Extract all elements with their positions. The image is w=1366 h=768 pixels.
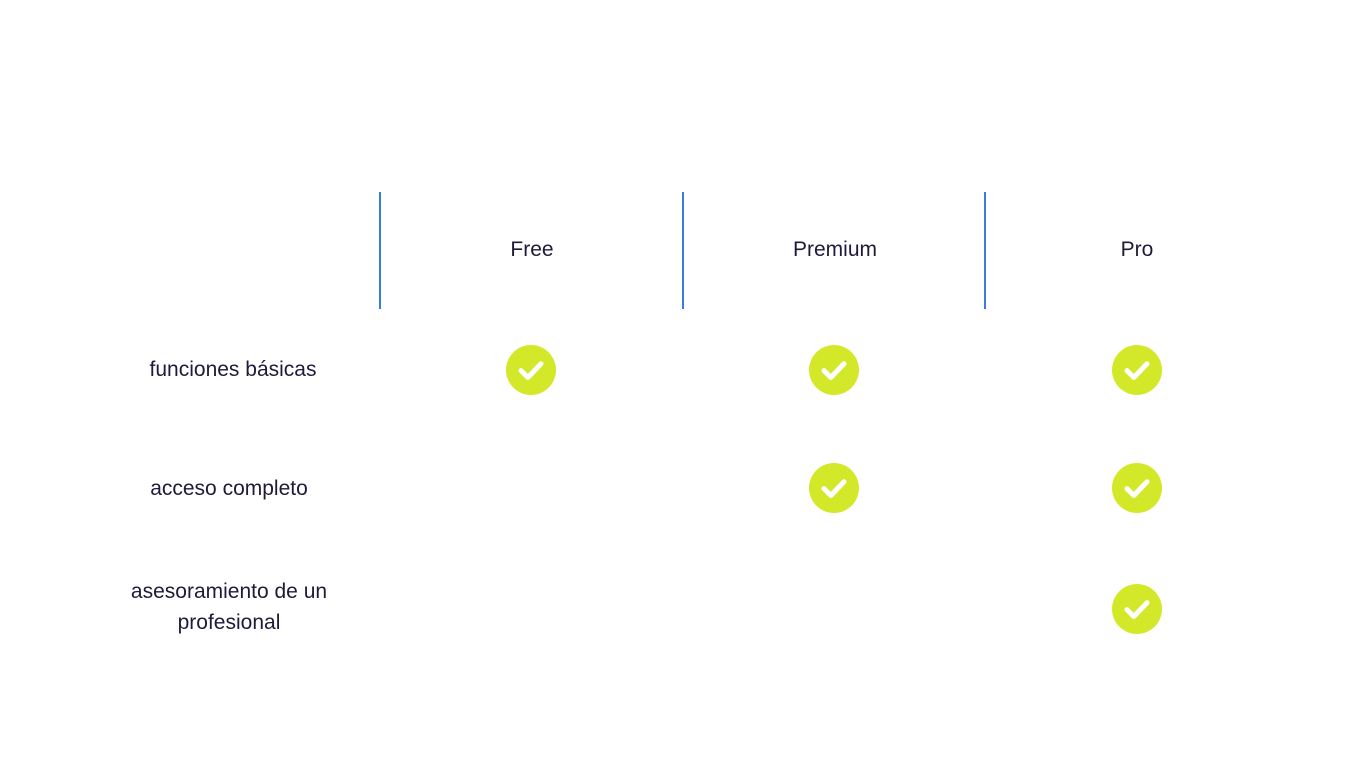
plan-header-premium: Premium: [792, 238, 877, 261]
feature-label-professional-advice: asesoramiento de un profesional: [130, 580, 328, 634]
check-circle-icon: [1112, 584, 1162, 634]
feature-label-basic-functions: funciones básicas: [149, 358, 317, 381]
plan-header-free: Free: [510, 238, 554, 261]
check-circle-icon: [809, 345, 859, 395]
check-circle-icon: [809, 463, 859, 513]
plan-comparison-table: Free Premium Pro funciones básicas acces…: [0, 0, 1366, 768]
check-circle-icon: [1112, 345, 1162, 395]
check-circle-icon: [1112, 463, 1162, 513]
plan-header-pro: Pro: [1120, 238, 1154, 261]
check-circle-icon: [506, 345, 556, 395]
feature-label-full-access: acceso completo: [150, 477, 308, 500]
